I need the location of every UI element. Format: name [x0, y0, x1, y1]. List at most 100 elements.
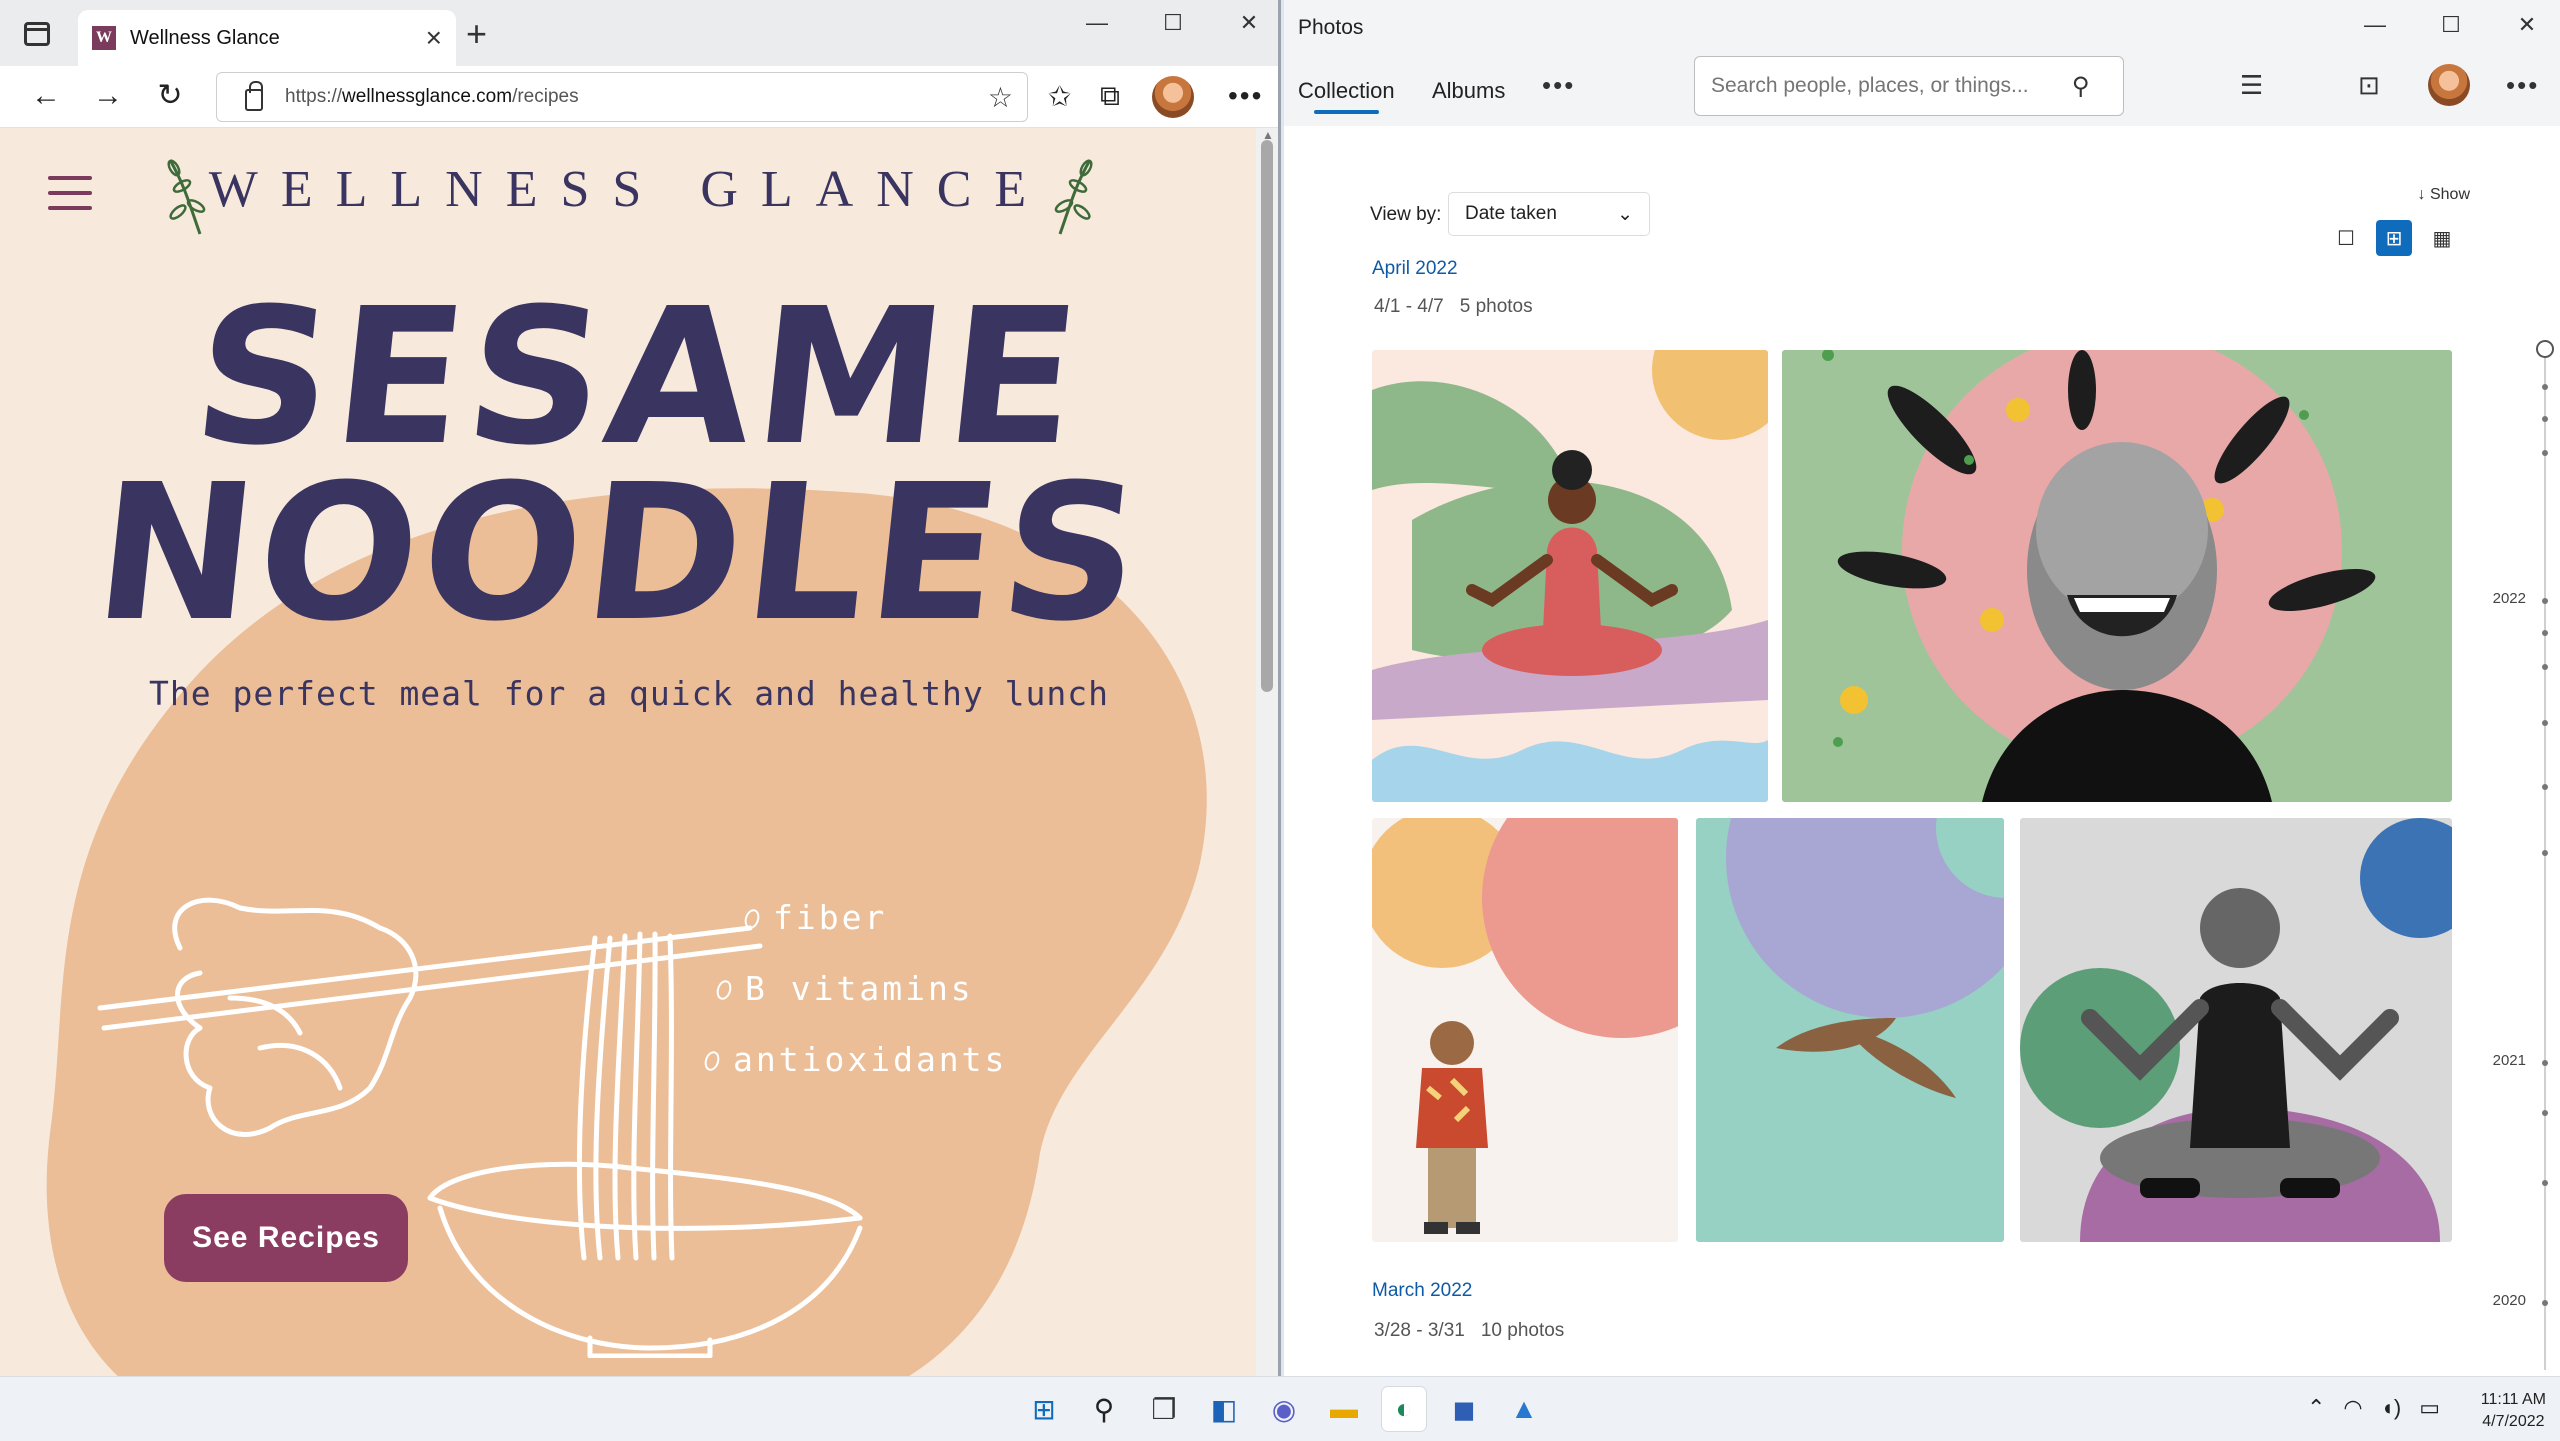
timeline-year[interactable]: 2022	[2493, 590, 2526, 607]
tab-actions-icon[interactable]	[24, 22, 50, 46]
clock[interactable]: 11:11 AM 4/7/2022	[2481, 1389, 2546, 1433]
system-tray: ⌃ ◠ ◖) ▭	[2307, 1395, 2440, 1421]
forward-icon[interactable]: →	[88, 76, 128, 116]
see-recipes-button[interactable]: See Recipes	[164, 1194, 408, 1282]
fact-item: antioxidants	[702, 1040, 1007, 1079]
timeline-dot	[2542, 784, 2548, 790]
back-icon[interactable]: ←	[26, 76, 66, 116]
bullet-icon	[714, 978, 734, 1002]
photo-thumbnail[interactable]	[1696, 818, 2004, 1242]
timeline-year[interactable]: 2020	[2493, 1292, 2526, 1309]
bullet-icon	[702, 1049, 722, 1073]
chevron-down-icon: ⌄	[1617, 203, 1633, 225]
photo-thumbnail[interactable]	[1372, 818, 1678, 1242]
minimize-button[interactable]: —	[2356, 12, 2394, 38]
scrollbar-thumb[interactable]	[1261, 140, 1273, 692]
photos-nav: Collection Albums ••• ⚲ ☰ ⊡ •••	[1284, 56, 2560, 126]
view-by-dropdown[interactable]: Date taken ⌄	[1448, 192, 1650, 236]
chevron-up-icon[interactable]: ⌃	[2307, 1395, 2325, 1421]
photos-app-title: Photos	[1298, 16, 1364, 39]
fact-item: B vitamins	[714, 969, 1007, 1008]
timeline-handle[interactable]	[2536, 340, 2554, 358]
refresh-icon[interactable]: ↻	[150, 76, 190, 116]
wellness-favicon-icon: W	[92, 26, 116, 50]
timeline-dot	[2542, 630, 2548, 636]
photo-thumbnail[interactable]	[1782, 350, 2452, 802]
timeline-dot	[2542, 1180, 2548, 1186]
group-meta: 3/28 - 3/31 10 photos	[1374, 1320, 1565, 1341]
layout-single-icon[interactable]: ☐	[2328, 220, 2364, 256]
edge-window-controls: — ☐ ✕	[1078, 10, 1268, 36]
timeline-dot	[2542, 450, 2548, 456]
file-explorer-icon[interactable]: ▬	[1322, 1387, 1366, 1431]
page-scrollbar[interactable]: ▲	[1256, 128, 1278, 1376]
browser-tab[interactable]: W Wellness Glance ×	[78, 10, 456, 66]
edge-toolbar: ← → ↻ https://wellnessglance.com/recipes…	[0, 66, 1278, 128]
sprig-right-icon	[1054, 159, 1093, 235]
layout-small-icon[interactable]: ▦	[2424, 220, 2460, 256]
layout-medium-icon[interactable]: ⊞	[2376, 220, 2412, 256]
hero-title: SESAME NOODLES	[0, 268, 1258, 663]
edge-icon[interactable]: ◐	[1382, 1387, 1426, 1431]
arrow-down-icon: ↓	[2417, 186, 2426, 203]
windows-start-icon[interactable]: ⊞	[1022, 1387, 1066, 1431]
volume-icon[interactable]: ◖)	[2381, 1395, 2402, 1421]
profile-avatar[interactable]	[1152, 76, 1194, 118]
photos-collection: View by: Date taken ⌄ ↓ Show ☐ ⊞ ▦ April…	[1284, 126, 2560, 1376]
nutrition-facts-list: fiber B vitamins antioxidants	[702, 898, 1007, 1111]
hero-subtitle: The perfect meal for a quick and healthy…	[149, 674, 1109, 713]
store-icon[interactable]: ◼	[1442, 1387, 1486, 1431]
photo-thumbnail[interactable]	[2020, 818, 2452, 1242]
photos-icon[interactable]: ▲	[1502, 1387, 1546, 1431]
photos-window-controls: — ☐ ✕	[2356, 12, 2546, 38]
photos-search-input[interactable]	[1694, 56, 2124, 116]
timeline-dot	[2542, 1300, 2548, 1306]
web-page: WELLNESS GLANCE SESAME NOODLES The perfe…	[0, 128, 1258, 1376]
hero-title-line1: SESAME	[184, 268, 1092, 487]
import-icon[interactable]: ⊡	[2358, 70, 2380, 101]
timeline-dot	[2542, 850, 2548, 856]
widgets-icon[interactable]: ◧	[1202, 1387, 1246, 1431]
wifi-icon[interactable]: ◠	[2343, 1395, 2362, 1421]
more-icon[interactable]: •••	[2506, 70, 2539, 101]
group-title[interactable]: March 2022	[1372, 1280, 1472, 1302]
maximize-button[interactable]: ☐	[1154, 10, 1192, 36]
battery-icon[interactable]: ▭	[2419, 1395, 2440, 1421]
close-button[interactable]: ✕	[1230, 10, 1268, 36]
show-button[interactable]: ↓ Show	[2418, 186, 2470, 204]
search-icon[interactable]: ⚲	[1082, 1387, 1126, 1431]
group-title[interactable]: April 2022	[1372, 258, 1458, 280]
address-bar[interactable]: https://wellnessglance.com/recipes ☆	[216, 72, 1028, 122]
favorites-icon[interactable]: ✩	[1048, 80, 1071, 113]
timeline-dot	[2542, 598, 2548, 604]
tab-collection[interactable]: Collection	[1298, 78, 1395, 114]
more-icon[interactable]: •••	[1228, 80, 1263, 112]
collections-icon[interactable]: ⧉	[1100, 80, 1120, 113]
timeline-dot	[2542, 1110, 2548, 1116]
close-button[interactable]: ✕	[2508, 12, 2546, 38]
view-by-label: View by:	[1370, 204, 1442, 225]
edge-tab-bar: W Wellness Glance × + — ☐ ✕	[0, 0, 1278, 66]
timeline-year[interactable]: 2021	[2493, 1052, 2526, 1069]
profile-avatar[interactable]	[2428, 64, 2470, 106]
photo-thumbnail[interactable]	[1372, 350, 1768, 802]
minimize-button[interactable]: —	[1078, 10, 1116, 36]
search-icon[interactable]: ⚲	[2072, 72, 2090, 101]
tab-close-icon[interactable]: ×	[426, 24, 442, 52]
url-path: /recipes	[512, 86, 579, 107]
task-view-icon[interactable]: ❐	[1142, 1387, 1186, 1431]
add-favorite-icon[interactable]: ☆	[988, 81, 1013, 114]
layout-toggle: ☐ ⊞ ▦	[2328, 220, 2460, 256]
hero-title-line2: NOODLES	[85, 444, 1154, 663]
tab-albums[interactable]: Albums	[1432, 78, 1505, 104]
more-tabs-icon[interactable]: •••	[1542, 70, 1575, 101]
timeline-dot	[2542, 416, 2548, 422]
fact-item: fiber	[742, 898, 1007, 937]
edge-window: W Wellness Glance × + — ☐ ✕ ← → ↻ https:…	[0, 0, 1281, 1376]
date-timeline-scrubber[interactable]: 2022 2021 2020	[2493, 340, 2560, 1376]
lock-icon[interactable]	[245, 81, 263, 111]
teams-chat-icon[interactable]: ◉	[1262, 1387, 1306, 1431]
maximize-button[interactable]: ☐	[2432, 12, 2470, 38]
select-items-icon[interactable]: ☰	[2240, 70, 2263, 101]
new-tab-button[interactable]: +	[466, 16, 487, 52]
